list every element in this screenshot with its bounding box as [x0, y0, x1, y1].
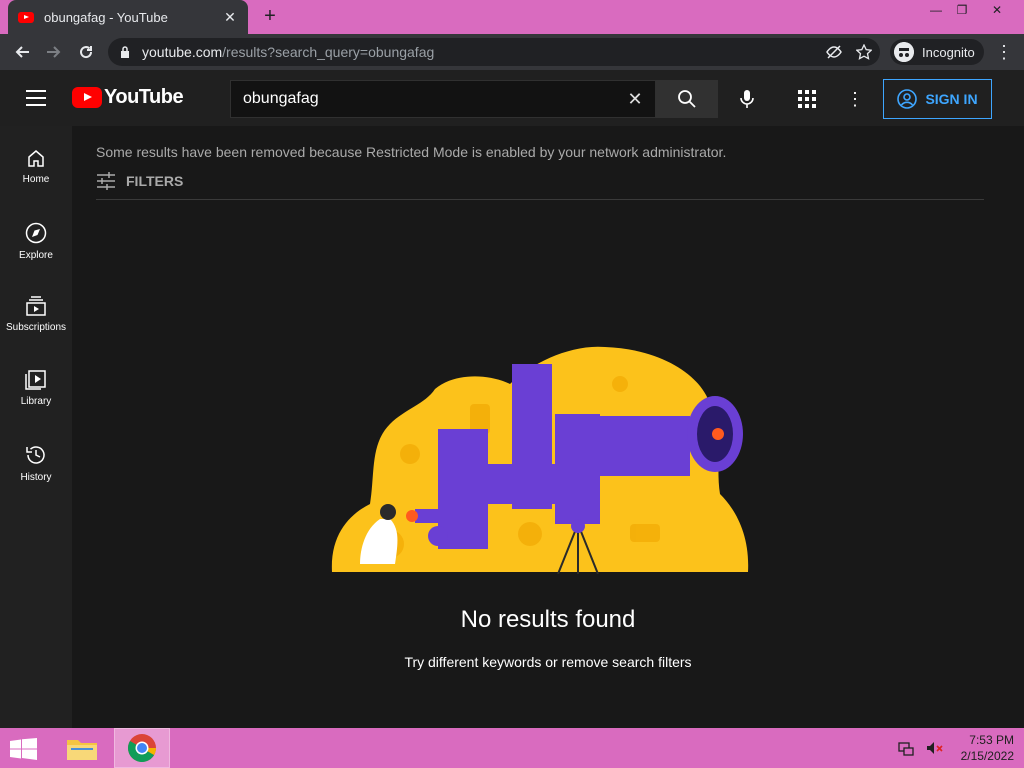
tab-close-button[interactable]: ✕: [222, 9, 238, 26]
network-icon[interactable]: [898, 740, 914, 756]
settings-menu-button[interactable]: ⋮: [846, 88, 864, 110]
sidebar-item-library[interactable]: Library: [0, 348, 72, 422]
back-arrow-icon: [15, 46, 29, 58]
browser-tab-strip: obungafag - YouTube ✕ + — ❐ ✕: [0, 0, 1024, 34]
taskbar-chrome[interactable]: [114, 728, 170, 768]
sidebar-item-label: Explore: [19, 250, 53, 261]
youtube-logo[interactable]: YouTube: [72, 86, 184, 109]
lock-icon: [121, 46, 129, 58]
new-tab-button[interactable]: +: [258, 4, 282, 28]
youtube-play-icon: [72, 87, 102, 108]
reload-button[interactable]: [70, 36, 102, 68]
taskbar-clock[interactable]: 7:53 PM 2/15/2022: [961, 732, 1014, 764]
sidebar-item-history[interactable]: History: [0, 422, 72, 496]
sidebar-item-label: Home: [22, 174, 50, 185]
sidebar-item-explore[interactable]: Explore: [0, 200, 72, 274]
restricted-mode-notice: Some results have been removed because R…: [96, 144, 727, 160]
clock-time: 7:53 PM: [969, 733, 1014, 747]
browser-menu-button[interactable]: ⋮: [994, 40, 1014, 64]
windows-taskbar: 7:53 PM 2/15/2022: [0, 728, 1024, 768]
clock-date: 2/15/2022: [960, 749, 1014, 763]
forward-button[interactable]: [38, 36, 70, 68]
browser-tab[interactable]: obungafag - YouTube ✕: [8, 0, 248, 34]
windows-start-icon[interactable]: [10, 738, 38, 760]
forward-arrow-icon: [47, 46, 61, 58]
filters-label: FILTERS: [126, 173, 184, 189]
volume-muted-icon[interactable]: [926, 740, 944, 756]
tab-title: obungafag - YouTube: [44, 9, 168, 25]
no-results-hint: Try different keywords or remove search …: [404, 654, 692, 670]
account-icon: [897, 89, 918, 109]
no-results-title: No results found: [460, 606, 636, 633]
history-icon: [26, 446, 45, 464]
search-input[interactable]: obungafag ✕: [230, 80, 656, 118]
home-icon: [28, 150, 44, 167]
search-input-value: obungafag: [243, 90, 319, 107]
hamburger-menu-icon[interactable]: [26, 90, 46, 106]
search-results-area: Some results have been removed because R…: [72, 126, 1024, 728]
reload-icon: [80, 46, 93, 59]
restore-button[interactable]: ❐: [947, 0, 977, 22]
incognito-indicator[interactable]: Incognito: [890, 39, 984, 65]
sidebar-item-subscriptions[interactable]: Subscriptions: [0, 274, 72, 348]
system-tray: [898, 740, 944, 756]
microphone-icon: [740, 90, 754, 108]
filters-sliders-icon: [97, 172, 115, 190]
url-host: youtube.com: [142, 44, 223, 60]
incognito-label: Incognito: [922, 44, 975, 60]
no-results-illustration: [331, 346, 749, 574]
incognito-icon: [894, 42, 914, 62]
sign-in-label: SIGN IN: [925, 91, 978, 107]
taskbar-file-explorer[interactable]: [54, 728, 110, 768]
url-path: /results?search_query=obungafag: [222, 44, 435, 60]
clear-search-icon[interactable]: ✕: [615, 89, 655, 110]
sidebar-item-home[interactable]: Home: [0, 126, 72, 200]
sidebar-item-label: Library: [20, 396, 52, 407]
filters-button[interactable]: FILTERS: [96, 172, 183, 190]
library-icon: [25, 370, 46, 390]
divider: [96, 199, 984, 200]
youtube-favicon-icon: [18, 11, 34, 23]
apps-grid-icon[interactable]: [796, 88, 818, 110]
voice-search-button[interactable]: [728, 80, 766, 118]
folder-icon: [67, 740, 97, 760]
search-icon: [678, 90, 696, 108]
bookmark-star-icon[interactable]: [856, 44, 872, 60]
youtube-logo-text: YouTube: [104, 86, 184, 108]
window-close-button[interactable]: ✕: [974, 0, 1020, 22]
back-button[interactable]: [6, 36, 38, 68]
browser-toolbar: youtube.com/results?search_query=obungaf…: [0, 34, 1024, 70]
search-button[interactable]: [656, 80, 718, 118]
youtube-header: YouTube obungafag ✕ ⋮ SIGN IN: [0, 70, 1024, 126]
eye-off-icon[interactable]: [826, 44, 842, 60]
compass-icon: [25, 222, 47, 244]
subscriptions-icon: [26, 296, 46, 316]
sidebar-item-label: Subscriptions: [5, 322, 67, 333]
sign-in-button[interactable]: SIGN IN: [883, 79, 992, 119]
address-bar[interactable]: youtube.com/results?search_query=obungaf…: [108, 38, 880, 66]
sidebar-item-label: History: [20, 472, 52, 483]
chrome-icon: [128, 734, 156, 762]
sidebar: Home Explore Subscriptions Library Histo…: [0, 126, 72, 728]
